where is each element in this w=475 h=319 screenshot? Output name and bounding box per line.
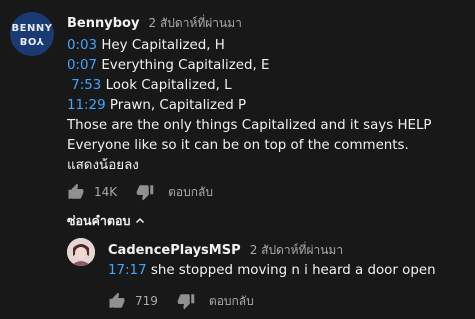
avatar[interactable]: BENNY BOY xyxy=(10,12,54,56)
comment-line: Everyone like so it can be on top of the… xyxy=(67,136,467,156)
comment-line: 0:03 Hey Capitalized, H xyxy=(67,36,467,56)
comment-text: Look Capitalized, L xyxy=(101,78,232,93)
comment-text: Everything Capitalized, E xyxy=(97,58,270,73)
reply-time[interactable]: 2 สัปดาห์ที่ผ่านมา xyxy=(250,243,343,257)
reply-text: she stopped moving n i heard a door open xyxy=(146,263,436,278)
reply-reply-button[interactable]: ตอบกลับ xyxy=(209,292,254,311)
thumbs-up-icon[interactable] xyxy=(108,292,126,310)
comment-actions: 14K ตอบกลับ xyxy=(67,180,213,204)
like-count: 14K xyxy=(94,185,118,199)
reply-header: CadencePlaysMSP 2 สัปดาห์ที่ผ่านมา xyxy=(108,239,343,260)
comment-text: Everyone like so it can be on top of the… xyxy=(67,138,409,153)
reply-timestamp-link[interactable]: 17:17 xyxy=(108,263,147,278)
timestamp-link[interactable]: 0:03 xyxy=(67,38,97,53)
comment-body: 0:03 Hey Capitalized, H 0:07 Everything … xyxy=(67,36,467,176)
reply-button[interactable]: ตอบกลับ xyxy=(168,183,213,202)
comment-line: Those are the only things Capitalized an… xyxy=(67,116,467,136)
reply-actions: 719 ตอบกลับ xyxy=(108,289,254,313)
timestamp-link[interactable]: 0:07 xyxy=(67,58,97,73)
hide-replies-label: ซ่อนคำตอบ xyxy=(67,213,131,228)
hide-replies-button[interactable]: ซ่อนคำตอบ xyxy=(67,211,146,231)
thumbs-down-icon[interactable] xyxy=(136,183,154,201)
author-name[interactable]: Bennyboy xyxy=(67,16,139,31)
avatar-text-bottom: BOY xyxy=(19,35,45,46)
reply-like-count: 719 xyxy=(135,294,158,308)
comment-line: 7:53 Look Capitalized, L xyxy=(67,76,467,96)
reply-avatar[interactable] xyxy=(67,238,95,266)
timestamp-link[interactable]: 7:53 xyxy=(67,78,101,93)
comment-time[interactable]: 2 สัปดาห์ที่ผ่านมา xyxy=(149,16,242,30)
chevron-up-icon xyxy=(136,217,145,224)
timestamp-link[interactable]: 11:29 xyxy=(67,98,106,113)
comment-text: Hey Capitalized, H xyxy=(97,38,225,53)
show-less-link[interactable]: แสดงน้อยลง xyxy=(67,156,467,176)
comment-text: Prawn, Capitalized P xyxy=(105,98,247,113)
reply-body: 17:17 she stopped moving n i heard a doo… xyxy=(108,261,436,281)
comment-line: 11:29 Prawn, Capitalized P xyxy=(67,96,467,116)
comment-text: Those are the only things Capitalized an… xyxy=(67,118,432,133)
comment-header: Bennyboy 2 สัปดาห์ที่ผ่านมา xyxy=(67,12,242,31)
avatar-text-top: BENNY xyxy=(11,23,53,34)
thumbs-down-icon[interactable] xyxy=(177,292,195,310)
comment-thread: BENNY BOY Bennyboy 2 สัปดาห์ที่ผ่านมา 0:… xyxy=(0,0,475,319)
reply-author-name[interactable]: CadencePlaysMSP xyxy=(108,243,241,258)
comment-line: 0:07 Everything Capitalized, E xyxy=(67,56,467,76)
thumbs-up-icon[interactable] xyxy=(67,183,85,201)
